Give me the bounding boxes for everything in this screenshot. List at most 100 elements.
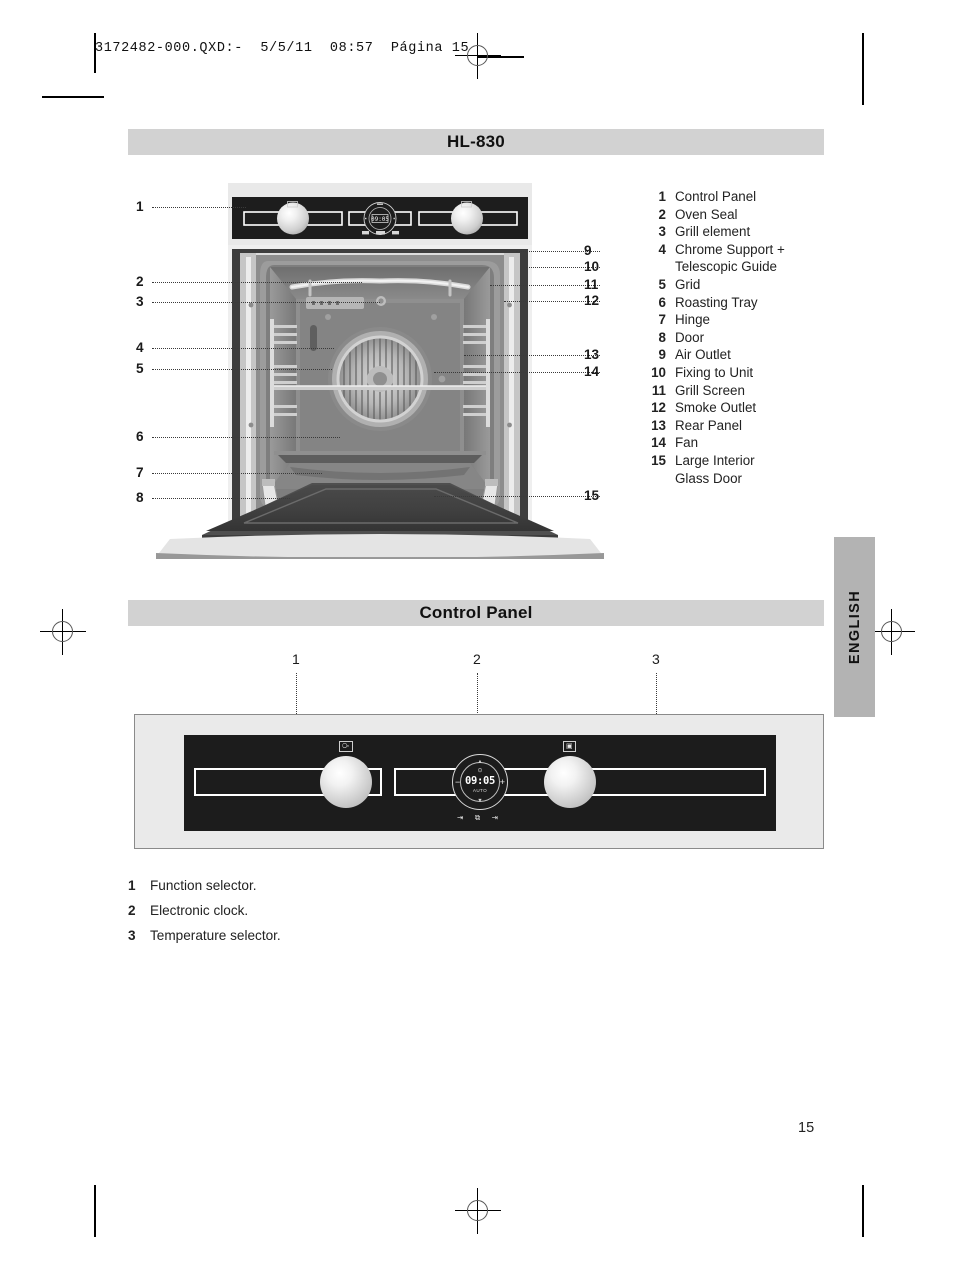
- part-number: 12: [651, 400, 666, 416]
- leader-7: [152, 473, 322, 474]
- print-header-text: 3172482-000.QXD:- 5/5/11 08:57 Página 15: [95, 41, 470, 56]
- language-tab: ENGLISH: [834, 537, 875, 717]
- oven-callout-3: 3: [136, 294, 144, 309]
- legend-label: Electronic clock.: [150, 903, 249, 918]
- legend-label: Function selector.: [150, 878, 257, 893]
- oven-callout-11: 11: [584, 277, 599, 292]
- part-number: 5: [658, 276, 666, 292]
- parts-list-row: 5 Grid: [640, 276, 840, 294]
- leader-13: [464, 355, 600, 356]
- part-number: 11: [651, 382, 666, 398]
- cp-callout-1: 1: [292, 651, 300, 667]
- part-label: Smoke Outlet: [675, 400, 757, 416]
- oven-callout-9: 9: [584, 243, 592, 258]
- part-label: Grid: [675, 276, 701, 292]
- control-panel-title-band: Control Panel: [128, 600, 824, 626]
- part-number: 2: [658, 206, 666, 222]
- part-label-continued: Glass Door: [675, 470, 742, 486]
- part-number: 7: [658, 312, 666, 328]
- legend-number: 2: [128, 903, 136, 918]
- clock-button-row[interactable]: ⇥ ⧉ ⇥: [184, 813, 776, 823]
- registration-mark-top: [455, 33, 501, 79]
- cp-callout-2: 2: [473, 651, 481, 667]
- temperature-selector-icon: ▣: [563, 741, 577, 752]
- leader-15: [434, 496, 600, 497]
- control-panel-title: Control Panel: [419, 603, 533, 622]
- parts-list-row: 9 Air Outlet: [640, 346, 840, 364]
- leader-14: [434, 372, 600, 373]
- function-selector-knob[interactable]: [320, 756, 372, 808]
- part-label: Door: [675, 329, 705, 345]
- leader-8: [152, 498, 290, 499]
- parts-list-row: 15 Large Interior: [640, 452, 840, 470]
- legend-row: 3 Temperature selector.: [128, 923, 528, 948]
- part-label: Grill element: [675, 224, 751, 240]
- oven-callout-1: 1: [136, 199, 144, 214]
- control-panel-diagram: ⧂ ▲ ⊙ 09:05 AUTO ▼ − + ⇥ ⧉ ⇥ ▣: [134, 714, 824, 849]
- parts-list-row-cont: Telescopic Guide: [640, 258, 840, 276]
- leader-5: [152, 369, 332, 370]
- part-number: 4: [658, 241, 666, 257]
- temperature-selector-knob[interactable]: [544, 756, 596, 808]
- legend-number: 1: [128, 878, 136, 893]
- crop-mark-bottom-right-v: [862, 1185, 864, 1237]
- parts-list-row: 12 Smoke Outlet: [640, 399, 840, 417]
- oven-callout-6: 6: [136, 429, 144, 444]
- leader-4: [152, 348, 334, 349]
- clock-auto-indicator: AUTO: [472, 788, 488, 793]
- oven-callout-15: 15: [584, 488, 600, 503]
- temperature-selector-bar: [578, 768, 766, 796]
- parts-list-row: 7 Hinge: [640, 311, 840, 329]
- part-label: Air Outlet: [675, 347, 731, 363]
- legend-row: 1 Function selector.: [128, 873, 528, 898]
- model-title: HL-830: [447, 132, 505, 151]
- crop-mark-top-right-v: [862, 33, 864, 105]
- control-panel-face: ⧂ ▲ ⊙ 09:05 AUTO ▼ − + ⇥ ⧉ ⇥ ▣: [184, 735, 776, 831]
- part-label: Fixing to Unit: [675, 364, 754, 380]
- leader-1: [152, 207, 246, 208]
- part-number: 6: [658, 294, 666, 310]
- registration-mark-bottom: [455, 1188, 501, 1234]
- model-title-band: HL-830: [128, 129, 824, 155]
- svg-text:09:05: 09:05: [371, 216, 389, 223]
- oven-callout-10: 10: [584, 259, 600, 274]
- parts-list-row: 13 Rear Panel: [640, 417, 840, 435]
- clock-minus-button[interactable]: −: [455, 778, 460, 787]
- parts-list-row: 2 Oven Seal: [640, 206, 840, 224]
- part-label: Rear Panel: [675, 417, 742, 433]
- oven-callout-7: 7: [136, 465, 144, 480]
- part-label: Chrome Support +: [675, 241, 785, 257]
- oven-callout-14: 14: [584, 364, 600, 379]
- legend-row: 2 Electronic clock.: [128, 898, 528, 923]
- oven-callout-13: 13: [584, 347, 600, 362]
- oven-callout-12: 12: [584, 293, 600, 308]
- oven-callout-8: 8: [136, 490, 144, 505]
- electronic-clock[interactable]: ▲ ⊙ 09:05 AUTO ▼ − +: [452, 754, 508, 810]
- crop-mark-top-left-h: [42, 96, 104, 98]
- clock-tick-top: ▲: [477, 759, 483, 765]
- parts-list: 1 Control Panel 2 Oven Seal 3 Grill element…: [640, 188, 840, 487]
- oven-illustration: 09:05: [156, 183, 604, 559]
- clock-plus-button[interactable]: +: [500, 778, 505, 787]
- parts-list-row: 10 Fixing to Unit: [640, 364, 840, 382]
- parts-list-row: 1 Control Panel: [640, 188, 840, 206]
- parts-list-row: 6 Roasting Tray: [640, 294, 840, 312]
- page-canvas: 3172482-000.QXD:- 5/5/11 08:57 Página 15…: [0, 0, 954, 1275]
- oven-callout-4: 4: [136, 340, 144, 355]
- parts-list-row: 11 Grill Screen: [640, 382, 840, 400]
- part-number: 1: [658, 189, 666, 204]
- parts-list-row-cont: Glass Door: [640, 470, 840, 488]
- part-label: Hinge: [675, 312, 710, 328]
- part-number: 9: [658, 347, 666, 363]
- part-label: Large Interior: [675, 452, 755, 468]
- registration-mark-left: [40, 609, 86, 655]
- legend-number: 3: [128, 928, 136, 943]
- part-label: Control Panel: [675, 189, 757, 204]
- legend-label: Temperature selector.: [150, 928, 281, 943]
- clock-pot-icon: ⊙: [477, 768, 483, 774]
- part-label: Oven Seal: [675, 206, 738, 222]
- part-label: Grill Screen: [675, 382, 745, 398]
- part-label: Roasting Tray: [675, 294, 758, 310]
- parts-list-row: 14 Fan: [640, 434, 840, 452]
- registration-mark-right: [869, 609, 915, 655]
